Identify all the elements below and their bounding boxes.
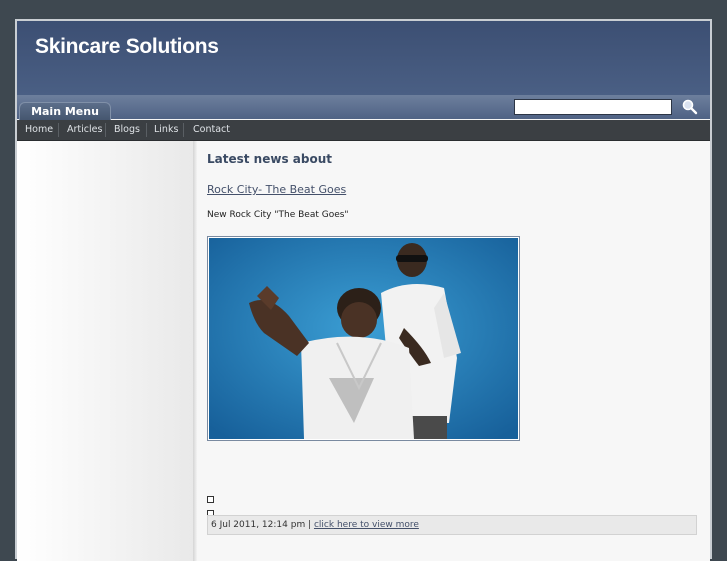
nav-item-contact[interactable]: Contact [193,120,230,140]
nav-item-articles[interactable]: Articles [67,120,102,140]
top-navigation: Home Articles Blogs Links Contact [17,120,710,141]
post-date: 6 Jul 2011, 12:14 pm | [211,520,312,530]
left-sidebar [17,141,193,561]
nav-separator [58,123,59,137]
site-title[interactable]: Skincare Solutions [35,35,219,59]
nav-separator [183,123,184,137]
nav-item-links[interactable]: Links [154,120,178,140]
magnifier-icon [682,99,698,115]
nav-item-home[interactable]: Home [25,120,53,140]
checkbox[interactable] [207,496,214,503]
section-title: Latest news about [207,152,332,166]
article-title-link[interactable]: Rock City- The Beat Goes [207,183,346,196]
search-input[interactable] [514,99,672,115]
article-subtitle: New Rock City "The Beat Goes" [207,210,349,220]
article-photo [207,236,520,441]
nav-separator [105,123,106,137]
nav-item-blogs[interactable]: Blogs [114,120,140,140]
site-header: Skincare Solutions [17,21,710,95]
main-content: Latest news about Rock City- The Beat Go… [207,152,699,535]
post-meta: 6 Jul 2011, 12:14 pm | click here to vie… [207,515,697,535]
view-more-link[interactable]: click here to view more [314,520,419,530]
page-container: Skincare Solutions Main Menu Home Articl… [15,19,712,561]
nav-separator [146,123,147,137]
main-menu-tab[interactable]: Main Menu [19,102,111,120]
search-button[interactable] [681,98,699,115]
